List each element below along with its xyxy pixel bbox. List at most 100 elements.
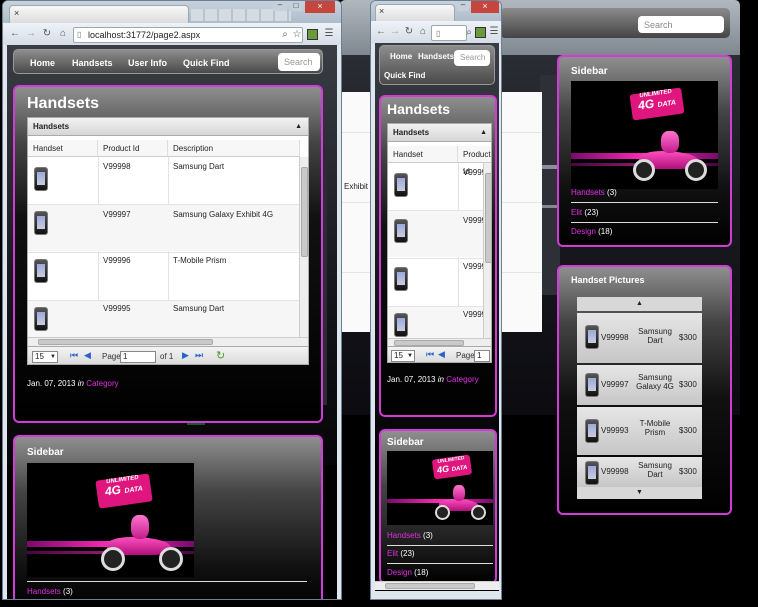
carousel-item[interactable]: V99998 Samsung Dart $300 [577, 457, 702, 487]
forward-arrow-icon[interactable]: → [389, 26, 401, 38]
post-date: Jan. 07, 2013 [387, 375, 436, 384]
carousel-item-price: $300 [679, 467, 697, 476]
search-input[interactable]: Search [278, 53, 320, 71]
back-search-input[interactable]: Search [638, 16, 724, 33]
table-row[interactable]: V99998 Samsung Dart [28, 157, 300, 203]
category-handsets[interactable]: Handsets (3) [27, 587, 73, 596]
carousel-up-button[interactable]: ▲ [577, 297, 702, 311]
category-design[interactable]: Design (18) [387, 568, 428, 577]
phone-image [585, 373, 599, 397]
prev-page-icon[interactable]: ◀ [438, 349, 445, 360]
phone-image [34, 211, 48, 235]
table-row[interactable]: V99997 Samsung Galaxy Exhibit 4G [28, 205, 300, 251]
back-arrow-icon[interactable]: ← [375, 26, 387, 38]
page-number-input[interactable]: 1 [120, 351, 156, 363]
reload-icon[interactable]: ↻ [41, 28, 53, 40]
grid-horizontal-scrollbar[interactable] [28, 337, 308, 346]
table-row[interactable]: V99996 T-Mobile Prism [28, 253, 300, 299]
search-magnifier-icon[interactable]: ⌕ [279, 29, 291, 41]
phone-image [394, 267, 408, 291]
browser-tab[interactable]: × [9, 5, 189, 23]
page-horizontal-scrollbar[interactable] [375, 581, 499, 590]
carousel-down-button[interactable]: ▼ [577, 487, 702, 499]
menu-item-home[interactable]: Home [390, 52, 412, 61]
category-handsets[interactable]: Handsets (3) [387, 531, 433, 540]
menu-hamburger-icon[interactable]: ☰ [488, 26, 500, 38]
window-maximize-button[interactable]: □ [289, 1, 303, 11]
page-icon: ▯ [77, 30, 82, 39]
window-close-button[interactable]: × [471, 1, 499, 13]
page-size-select[interactable]: 15 ▼ [32, 351, 58, 363]
phone-image [585, 419, 599, 443]
menu-item-quick-find[interactable]: Quick Find [183, 58, 230, 68]
window-minimize-button[interactable]: – [457, 1, 469, 11]
menu-hamburger-icon[interactable]: ☰ [323, 28, 335, 40]
reload-icon[interactable]: ↻ [403, 26, 415, 38]
top-menu-bar: Home Handsets User Info Quick Find Searc… [13, 49, 323, 74]
right-category-elit[interactable]: Elit (23) [571, 208, 599, 217]
phone-image [34, 167, 48, 191]
menu-item-handsets[interactable]: Handsets [72, 58, 113, 68]
bookmark-star-icon[interactable]: ☆ [291, 29, 303, 41]
column-header-description[interactable]: Description [168, 140, 300, 157]
grid-vertical-scrollbar[interactable] [483, 163, 491, 347]
menu-item-quick-find[interactable]: Quick Find [384, 71, 425, 80]
window-close-button[interactable]: × [305, 1, 335, 13]
browser-tab[interactable]: × [375, 4, 455, 22]
tab-close-icon[interactable]: × [14, 8, 19, 18]
prev-page-icon[interactable]: ◀ [84, 350, 91, 361]
panel-title: Handsets [387, 101, 451, 117]
phone-image [394, 173, 408, 197]
menu-item-home[interactable]: Home [30, 58, 55, 68]
page-number-input[interactable]: 1 [474, 350, 490, 362]
zoom-magnifier-icon[interactable]: ⌕ [463, 27, 475, 39]
column-header-handset[interactable]: Handset [388, 146, 458, 163]
home-icon[interactable]: ⌂ [57, 28, 69, 40]
category-elit[interactable]: Elit (23) [387, 549, 415, 558]
home-icon[interactable]: ⌂ [417, 26, 429, 38]
first-page-icon[interactable]: ⏮ [426, 349, 434, 360]
grid-collapse-icon[interactable]: ▲ [480, 124, 487, 142]
table-row[interactable]: V99998 [388, 163, 491, 209]
right-category-design[interactable]: Design (18) [571, 227, 612, 236]
last-page-icon[interactable]: ⏭ [195, 350, 203, 361]
carousel-item-id: V99993 [601, 426, 629, 435]
extension-icon[interactable] [475, 27, 486, 38]
forward-arrow-icon[interactable]: → [25, 28, 37, 40]
page-size-select[interactable]: 15 ▼ [391, 350, 415, 362]
description-cell: Samsung Dart [173, 162, 225, 171]
description-cell: Samsung Galaxy Exhibit 4G [173, 210, 274, 219]
table-row[interactable]: V99996 [388, 259, 491, 305]
window-minimize-button[interactable]: – [273, 1, 287, 11]
first-page-icon[interactable]: ⏮ [70, 350, 78, 361]
product-id-cell: V99995 [103, 304, 131, 313]
post-meta: Jan. 07, 2013 in Category [387, 375, 479, 384]
menu-item-handsets[interactable]: Handsets [418, 52, 454, 61]
grid-vertical-scrollbar[interactable] [299, 157, 308, 337]
right-category-handsets[interactable]: Handsets (3) [571, 188, 617, 197]
table-row[interactable]: V99997 [388, 211, 491, 257]
category-link[interactable]: Category [86, 379, 118, 388]
column-header-product-id[interactable]: Product Id [458, 146, 491, 176]
carousel-item[interactable]: V99993 T-Mobile Prism $300 [577, 407, 702, 455]
column-header-handset[interactable]: Handset [28, 140, 98, 157]
category-link[interactable]: Category [446, 375, 478, 384]
right-sidebar-title: Sidebar [571, 66, 608, 77]
page-label: Page [456, 351, 475, 360]
tab-close-icon[interactable]: × [379, 6, 384, 16]
address-bar[interactable]: ▯ [431, 25, 467, 41]
next-page-icon[interactable]: ▶ [182, 350, 189, 361]
extension-icon[interactable] [307, 29, 318, 40]
sidebar-title: Sidebar [27, 447, 64, 458]
sidebar-panel: Sidebar UNLIMITED 4G DATA Handsets (3) E… [379, 429, 497, 584]
menu-item-user-info[interactable]: User Info [128, 58, 167, 68]
column-header-product-id[interactable]: Product Id [98, 140, 168, 157]
search-input[interactable]: Search [454, 50, 490, 66]
in-label: in [77, 379, 84, 388]
carousel-item[interactable]: V99998 Samsung Dart $300 [577, 313, 702, 363]
carousel-item[interactable]: V99997 Samsung Galaxy 4G $300 [577, 365, 702, 405]
back-arrow-icon[interactable]: ← [9, 28, 21, 40]
grid-collapse-icon[interactable]: ▲ [295, 118, 302, 136]
address-bar[interactable]: ▯ localhost:31772/page2.aspx [73, 27, 303, 43]
refresh-icon[interactable]: ↻ [216, 349, 225, 362]
